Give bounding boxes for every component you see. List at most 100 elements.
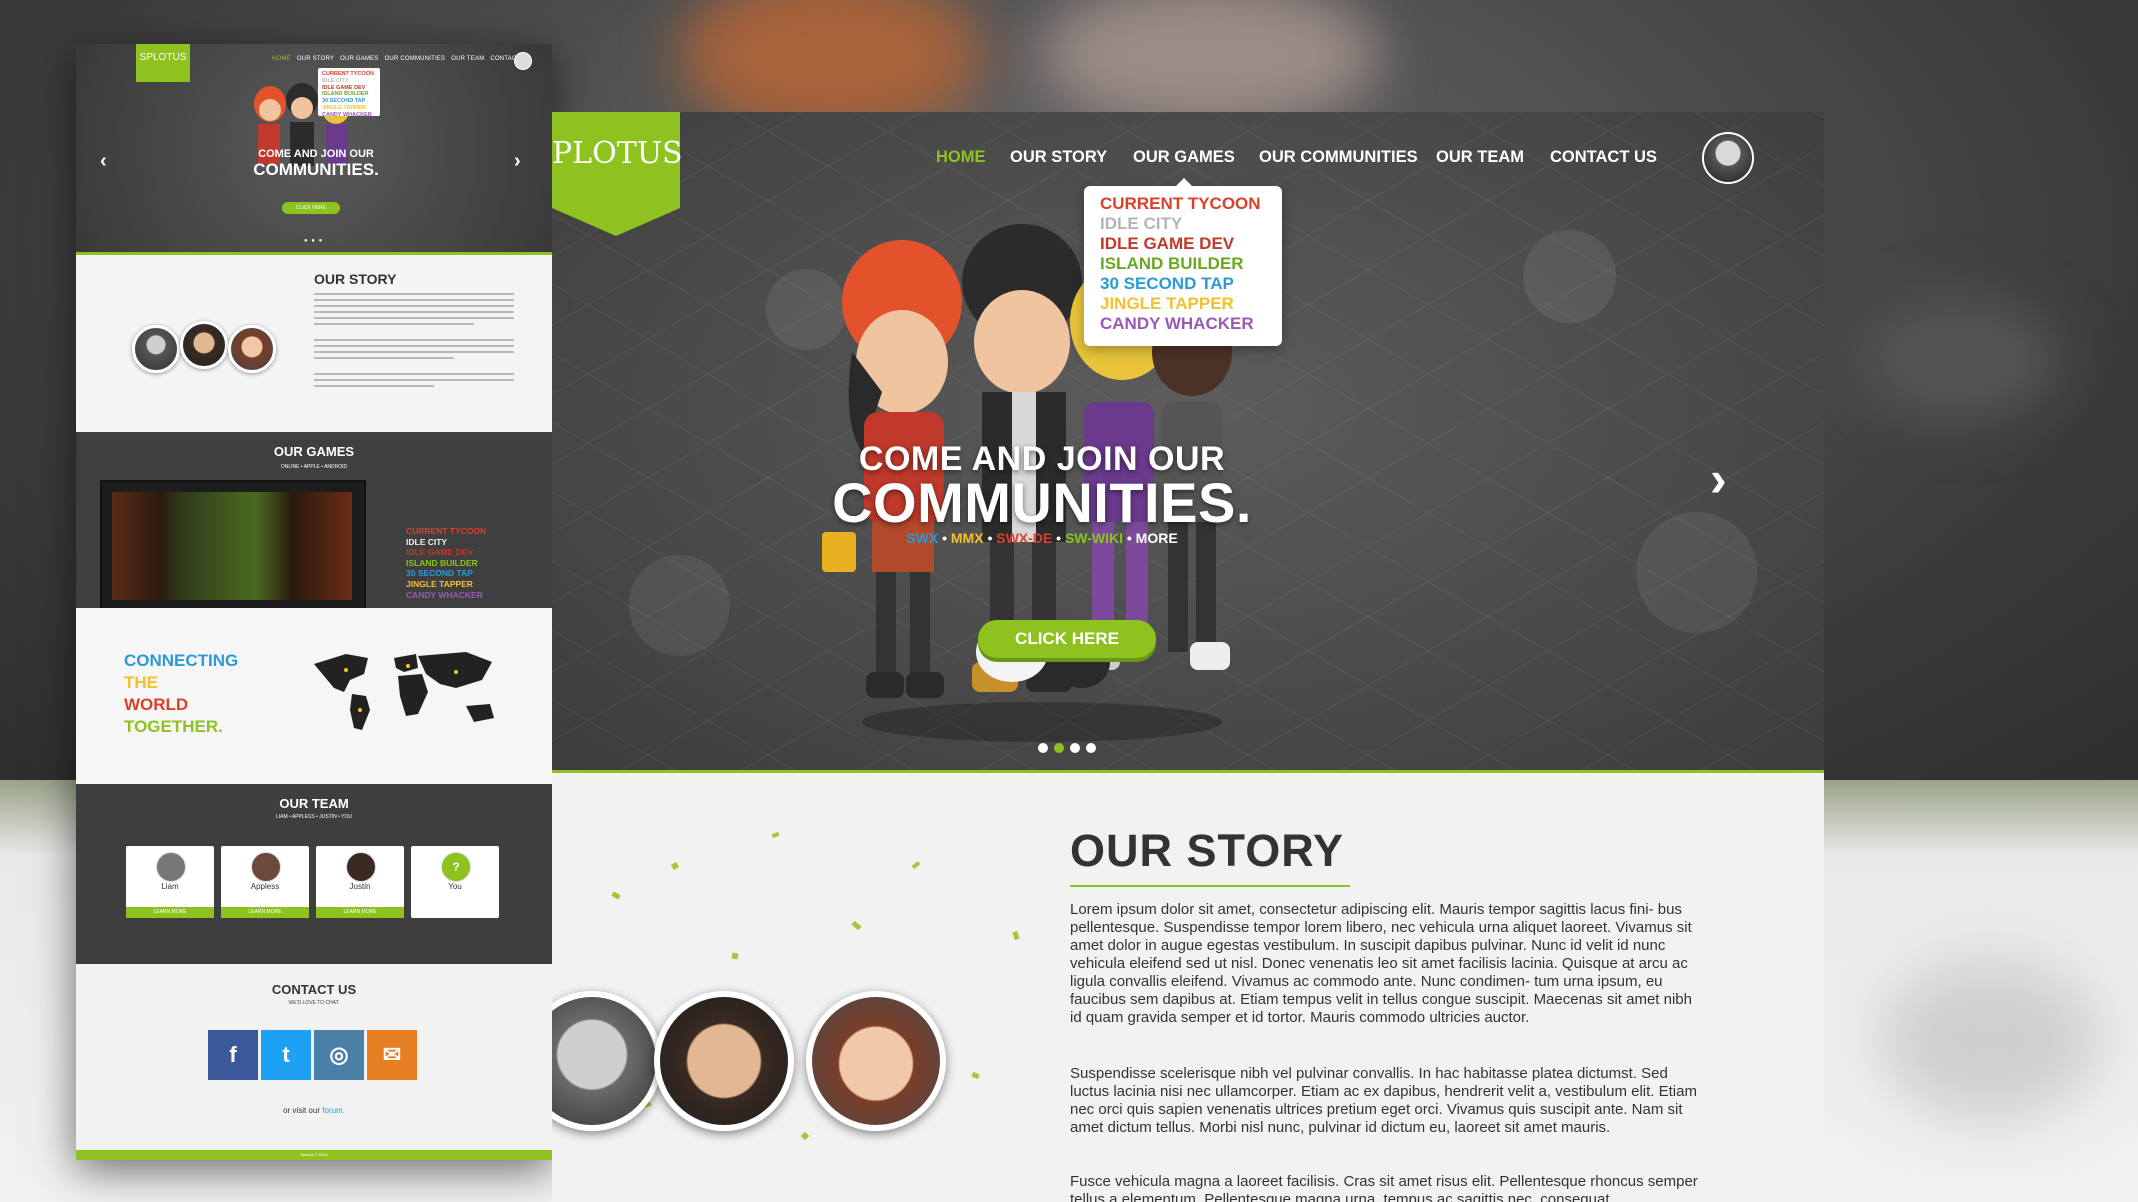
community-link-sw-wiki[interactable]: SW-WIKI [1065, 530, 1123, 546]
world-map-icon [314, 652, 494, 730]
preview-games-title: OUR GAMES [273, 444, 355, 459]
preview-team-photo [132, 325, 180, 373]
preview-game-item[interactable]: JINGLE TAPPER [406, 579, 486, 590]
dropdown-item-candy-whacker[interactable]: CANDY WHACKER [1100, 314, 1254, 334]
facebook-icon[interactable]: f [208, 1030, 258, 1080]
slider-dot[interactable] [1070, 743, 1080, 753]
team-card[interactable]: Liam LEARN MORE [126, 846, 214, 918]
preview-logo[interactable]: SPLOTUS [136, 44, 190, 82]
team-card[interactable]: Justin LEARN MORE [316, 846, 404, 918]
community-link-swx[interactable]: SWX [906, 530, 938, 546]
preview-menu-item[interactable]: IDLE GAME DEV [322, 85, 376, 92]
nav-our-communities[interactable]: OUR COMMUNITIES [1259, 148, 1418, 167]
preview-game-item[interactable]: CANDY WHACKER [406, 590, 486, 601]
slider-dot[interactable] [1086, 743, 1096, 753]
preview-games-subtitle: ONLINE • APPLE • ANDROID [280, 464, 348, 470]
team-name: You [448, 882, 462, 891]
preview-avatar[interactable] [514, 52, 532, 70]
dropdown-item-idle-city[interactable]: IDLE CITY [1100, 214, 1182, 234]
confetti-decoration [800, 1131, 810, 1141]
team-name: Appless [250, 882, 280, 891]
slider-dot-active[interactable] [1054, 743, 1064, 753]
our-story-title: OUR STORY [1070, 825, 1345, 876]
preview-arrow-left-icon[interactable]: ‹ [100, 150, 107, 173]
team-photo [251, 852, 281, 882]
page-preview: SPLOTUS HOME OUR STORY OUR GAMES OUR COMMUN… [76, 44, 552, 1160]
separator: • [1126, 530, 1132, 546]
preview-cta-button[interactable]: CLICK HERE [282, 202, 340, 214]
dropdown-item-current-tycoon[interactable]: CURRENT TYCOON [1100, 194, 1261, 214]
preview-nav-team[interactable]: OUR TEAM [451, 56, 484, 62]
team-card[interactable]: Appless LEARN MORE [221, 846, 309, 918]
logo-text[interactable]: PLOTUS [552, 136, 683, 171]
community-link-more[interactable]: MORE [1136, 530, 1178, 546]
separator: • [987, 530, 993, 546]
team-card[interactable]: ? You [411, 846, 499, 918]
confetti-decoration [1012, 930, 1020, 941]
slider-dots [1038, 740, 1102, 758]
preview-game-item[interactable]: IDLE CITY [406, 537, 486, 548]
learn-more-button[interactable]: LEARN MORE [126, 907, 214, 918]
learn-more-button[interactable]: LEARN MORE [221, 907, 309, 918]
preview-slider-dots[interactable]: ● ● ● [304, 238, 323, 244]
preview-menu-item[interactable]: IDLE CITY [322, 78, 376, 85]
preview-game-item[interactable]: CURRENT TYCOON [406, 526, 486, 537]
preview-story-section: OUR STORY [76, 252, 552, 435]
preview-menu-item[interactable]: 30 SECOND TAP [322, 98, 376, 105]
preview-nav-communities[interactable]: OUR COMMUNITIES [385, 56, 446, 62]
preview-team-title: OUR TEAM [279, 796, 349, 811]
title-underline [1070, 885, 1350, 887]
confetti-decoration [731, 952, 739, 960]
preview-game-item[interactable]: ISLAND BUILDER [406, 558, 486, 569]
connect-line: WORLD [124, 695, 189, 714]
slider-dot[interactable] [1038, 743, 1048, 753]
twitter-icon[interactable]: t [261, 1030, 311, 1080]
nav-our-team[interactable]: OUR TEAM [1436, 148, 1524, 167]
preview-connect-text: CONNECTING THE WORLD TOGETHER. [124, 650, 238, 738]
preview-game-item[interactable]: IDLE GAME DEV [406, 547, 486, 558]
preview-game-item[interactable]: 30 SECOND TAP [406, 568, 486, 579]
preview-footer: Splotus © 2016 [76, 1150, 552, 1160]
community-link-mmx[interactable]: MMX [951, 530, 984, 546]
separator: • [1056, 530, 1062, 546]
logo[interactable] [552, 112, 680, 236]
confetti-decoration [670, 861, 680, 871]
preview-team-photo [180, 321, 228, 369]
user-avatar[interactable] [1702, 132, 1754, 184]
preview-menu-item[interactable]: CURRENT TYCOON [322, 71, 376, 78]
instagram-icon[interactable]: ◎ [314, 1030, 364, 1080]
click-here-button[interactable]: CLICK HERE [978, 620, 1156, 658]
team-name: Justin [349, 882, 371, 891]
learn-more-button[interactable]: LEARN MORE [316, 907, 404, 918]
mail-icon[interactable]: ✉ [367, 1030, 417, 1080]
preview-connect-section: CONNECTING THE WORLD TOGETHER. [76, 608, 552, 784]
story-paragraph: Suspendisse scelerisque nibh vel pulvina… [1070, 1065, 1697, 1136]
preview-menu-item[interactable]: CANDY WHACKER [322, 112, 376, 119]
community-link-swx-de[interactable]: SWX-DE [996, 530, 1052, 546]
dropdown-item-30-second-tap[interactable]: 30 SECOND TAP [1100, 274, 1234, 294]
chevron-right-icon[interactable]: › [1710, 450, 1727, 508]
nav-our-story[interactable]: OUR STORY [1010, 148, 1107, 167]
preview-menu-item[interactable]: ISLAND BUILDER [322, 91, 376, 98]
forum-link[interactable]: forum. [322, 1106, 345, 1115]
dropdown-item-island-builder[interactable]: ISLAND BUILDER [1100, 254, 1244, 274]
dropdown-item-jingle-tapper[interactable]: JINGLE TAPPER [1100, 294, 1234, 314]
confetti-decoration [971, 1071, 980, 1080]
preview-hero: SPLOTUS HOME OUR STORY OUR GAMES OUR COMMUN… [76, 44, 552, 252]
preview-headline: COME AND JOIN OUR [258, 148, 374, 160]
team-photo [156, 852, 186, 882]
team-name: Liam [161, 882, 179, 891]
preview-arrow-right-icon[interactable]: › [514, 150, 521, 173]
nav-home[interactable]: HOME [936, 148, 986, 167]
preview-team-photo [228, 325, 276, 373]
preview-nav-games[interactable]: OUR GAMES [340, 56, 378, 62]
question-icon: ? [441, 852, 471, 882]
preview-nav-story[interactable]: OUR STORY [297, 56, 334, 62]
nav-our-games[interactable]: OUR GAMES [1133, 148, 1235, 167]
preview-headline-large: COMMUNITIES. [253, 160, 379, 179]
backdrop-blur-shape [1880, 960, 2100, 1120]
preview-menu-item[interactable]: JINGLE TAPPER [322, 105, 376, 112]
nav-contact-us[interactable]: CONTACT US [1550, 148, 1657, 167]
dropdown-item-idle-game-dev[interactable]: IDLE GAME DEV [1100, 234, 1234, 254]
preview-nav-home[interactable]: HOME [272, 56, 291, 62]
